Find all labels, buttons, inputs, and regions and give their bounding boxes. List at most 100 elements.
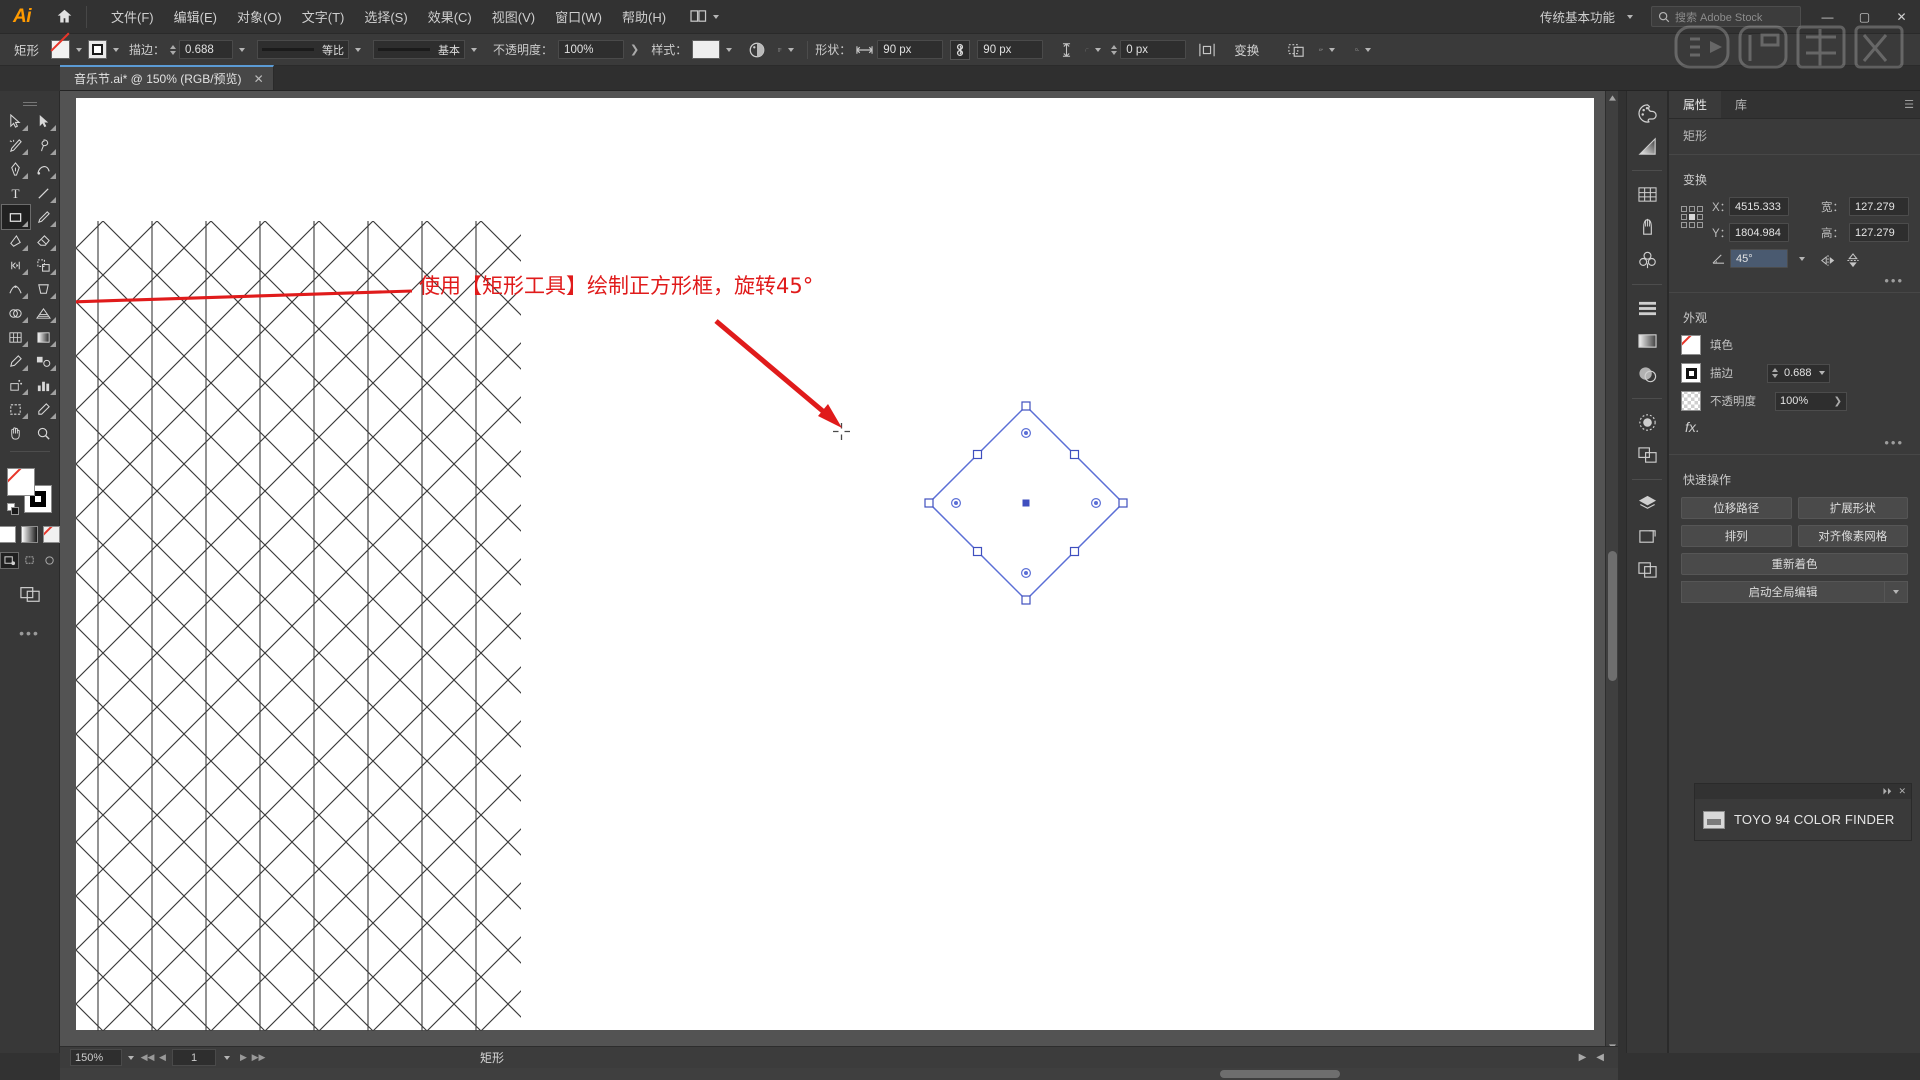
symbols-panel-icon[interactable] <box>1630 244 1664 276</box>
artboard-number-field[interactable]: 1 <box>172 1049 216 1066</box>
stroke-color-control[interactable] <box>88 34 125 66</box>
zoom-level-field[interactable]: 150% <box>70 1049 122 1066</box>
sidebar-item-rectangle-tool[interactable] <box>0 204 31 230</box>
transform-label[interactable]: 变换 <box>1234 40 1259 59</box>
sidebar-item-line-segment-tool[interactable] <box>30 181 58 205</box>
artboard-chevron-down-icon[interactable] <box>224 1055 230 1060</box>
align-pixel-grid-button[interactable]: 对齐像素网格 <box>1797 525 1908 547</box>
next-artboard-button[interactable]: ▶ <box>236 1049 251 1066</box>
stroke-profile-control[interactable]: 等比 <box>257 34 367 66</box>
isolate-group-icon[interactable] <box>1319 39 1341 61</box>
global-edit-options-icon[interactable] <box>1884 581 1908 603</box>
sidebar-item-artboard-tool[interactable] <box>2 397 30 421</box>
close-button[interactable]: ✕ <box>1883 0 1920 34</box>
opacity-expand-icon[interactable]: ❯ <box>1834 396 1842 407</box>
first-artboard-button[interactable]: ◀◀ <box>140 1049 155 1066</box>
tab-properties[interactable]: 属性 <box>1669 91 1722 118</box>
canvas-vertical-scrollbar[interactable] <box>1605 91 1618 1053</box>
corner-radius-field[interactable]: 0 px <box>1120 40 1187 59</box>
canvas-vertical-scroll-thumb[interactable] <box>1608 551 1617 681</box>
opacity-field[interactable]: 100% <box>558 40 625 59</box>
chevron-down-icon[interactable] <box>471 47 478 52</box>
sidebar-item-zoom-tool[interactable] <box>30 421 58 445</box>
chevron-down-icon[interactable] <box>1095 47 1102 52</box>
appearance-stroke-swatch[interactable] <box>1681 363 1701 383</box>
sidebar-item-direct-selection-tool[interactable] <box>30 109 58 133</box>
sidebar-item-rotate-tool[interactable] <box>2 253 30 277</box>
drawing-mode-behind-icon[interactable] <box>21 553 38 568</box>
scale-strokes-icon[interactable] <box>1196 39 1218 61</box>
recolor-artwork-icon[interactable] <box>746 39 768 61</box>
graphic-styles-panel-icon[interactable] <box>1630 358 1664 390</box>
menu-item-effect[interactable]: 效果(C) <box>418 2 482 31</box>
sidebar-item-type-tool[interactable]: T <box>2 181 30 205</box>
menu-item-object[interactable]: 对象(O) <box>227 2 292 31</box>
opacity-expand-icon[interactable]: ❯ <box>630 43 639 56</box>
style-control[interactable]: 样式： <box>651 34 738 66</box>
menu-item-edit[interactable]: 编辑(E) <box>164 2 227 31</box>
select-similar-icon[interactable] <box>1355 39 1377 61</box>
document-tab[interactable]: 音乐节.ai* @ 150% (RGB/预览) ✕ <box>60 65 274 90</box>
align-options-icon[interactable] <box>778 39 800 61</box>
expand-shape-button[interactable]: 扩展形状 <box>1797 497 1908 519</box>
appearance-panel-icon[interactable] <box>1630 325 1664 357</box>
arrange-button[interactable]: 排列 <box>1681 525 1792 547</box>
artboards-panel-icon[interactable] <box>1630 520 1664 552</box>
flip-horizontal-icon[interactable] <box>1820 254 1836 272</box>
gradient-panel-icon[interactable] <box>1630 130 1664 162</box>
y-position-field[interactable]: 1804.984 <box>1729 223 1789 242</box>
stroke-weight-control[interactable]: 描边： 0.688 <box>129 34 251 66</box>
link-dimensions-icon[interactable] <box>950 39 971 60</box>
drawing-mode-normal-icon[interactable] <box>0 552 19 569</box>
sidebar-item-hand-tool[interactable] <box>2 421 30 445</box>
brushes-panel-icon[interactable] <box>1630 211 1664 243</box>
sidebar-item-paintbrush-tool[interactable] <box>30 205 58 229</box>
brush-preview[interactable]: 基本 <box>373 40 466 59</box>
fill-color-box[interactable] <box>6 468 35 496</box>
status-prev-icon[interactable]: ◀ <box>1596 1052 1604 1063</box>
canvas-horizontal-scroll-thumb[interactable] <box>1220 1070 1340 1078</box>
rotation-angle-field[interactable]: 45° <box>1730 249 1788 268</box>
color-panel-icon[interactable] <box>1630 97 1664 129</box>
screen-mode-icon[interactable] <box>19 584 41 609</box>
canvas-area[interactable]: 使用【矩形工具】绘制正方形框，旋转45° <box>60 91 1618 1053</box>
toolbar-drag-handle[interactable] <box>0 97 59 107</box>
sidebar-item-pen-tool[interactable] <box>2 157 30 181</box>
sidebar-item-perspective-grid-tool[interactable] <box>30 301 58 325</box>
chevron-down-icon[interactable] <box>1365 47 1372 52</box>
height-field[interactable]: 127.279 <box>1849 223 1909 242</box>
sidebar-item-free-transform-tool[interactable] <box>30 277 58 301</box>
sidebar-item-mesh-tool[interactable] <box>2 325 30 349</box>
menu-item-select[interactable]: 选择(S) <box>354 2 417 31</box>
stroke-weight-stepper[interactable] <box>1772 368 1778 378</box>
sidebar-item-width-tool[interactable] <box>2 277 30 301</box>
shape-height-field[interactable]: 90 px <box>977 40 1044 59</box>
sidebar-item-scale-tool[interactable] <box>30 253 58 277</box>
properties-panel-menu[interactable]: ☰ <box>1904 91 1920 118</box>
sidebar-item-magic-wand-tool[interactable] <box>2 133 30 157</box>
default-fill-stroke-icon[interactable] <box>6 503 20 516</box>
pathfinder-panel-icon[interactable] <box>1630 439 1664 471</box>
sidebar-item-shape-builder-tool[interactable] <box>2 301 30 325</box>
swatches-panel-icon[interactable] <box>1630 178 1664 210</box>
chevron-down-icon[interactable] <box>1329 47 1336 52</box>
flip-vertical-icon[interactable] <box>1846 253 1860 273</box>
style-swatch[interactable] <box>692 40 721 59</box>
chevron-down-icon[interactable] <box>76 47 83 52</box>
last-artboard-button[interactable]: ▶▶ <box>251 1049 266 1066</box>
sidebar-item-column-graph-tool[interactable] <box>30 373 58 397</box>
brush-definition-control[interactable]: 基本 <box>373 34 483 66</box>
chevron-down-icon[interactable] <box>1799 256 1805 261</box>
transform-more-options[interactable]: ••• <box>1681 273 1908 288</box>
sidebar-item-gradient-tool[interactable] <box>30 325 58 349</box>
artboard[interactable]: 使用【矩形工具】绘制正方形框，旋转45° <box>76 98 1594 1031</box>
corner-radius-control[interactable]: 0 px <box>1111 34 1187 66</box>
appearance-stroke-weight-field[interactable]: 0.688 <box>1767 363 1830 383</box>
panel-menu-icon[interactable]: ☰ <box>1904 98 1914 111</box>
drawing-mode-inside-icon[interactable] <box>41 553 58 568</box>
shape-width-field[interactable]: 90 px <box>877 40 944 59</box>
opacity-control[interactable]: 不透明度： 100% ❯ <box>493 34 639 66</box>
stroke-swatch[interactable] <box>88 40 108 59</box>
sidebar-item-eyedropper-tool[interactable] <box>2 349 30 373</box>
appearance-opacity-swatch[interactable] <box>1681 391 1701 411</box>
